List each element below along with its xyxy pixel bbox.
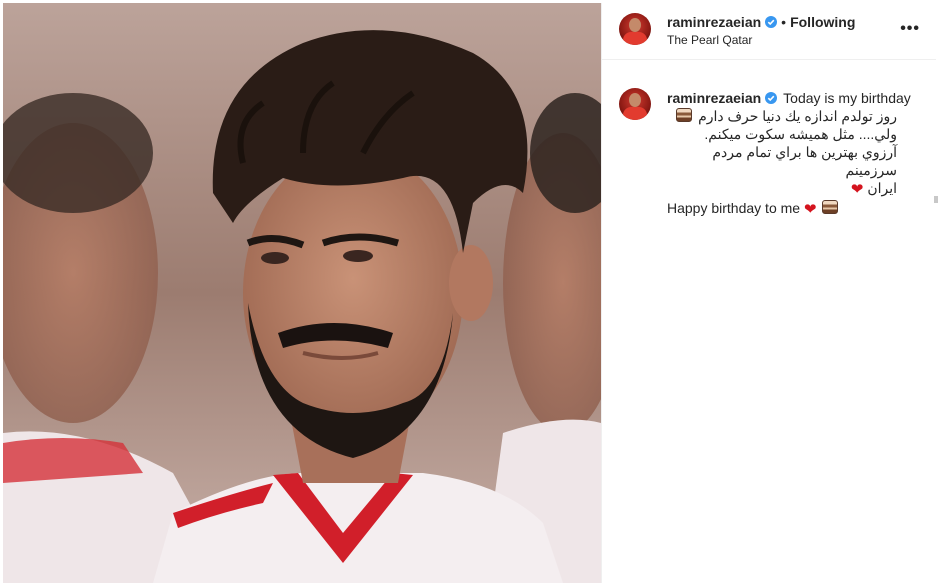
following-button[interactable]: Following bbox=[790, 14, 855, 30]
caption-username[interactable]: raminrezaeian bbox=[667, 89, 761, 107]
cake-emoji-icon bbox=[822, 200, 839, 214]
verified-badge-icon bbox=[765, 16, 778, 28]
post-photo-illustration bbox=[3, 3, 601, 583]
red-heart-emoji-icon: ❤ bbox=[850, 181, 864, 198]
author-username[interactable]: raminrezaeian bbox=[667, 14, 761, 30]
caption-line-4: آرزوي بهترين ها براي تمام مردم سرزمينم bbox=[712, 144, 897, 178]
caption-author-avatar[interactable] bbox=[619, 88, 651, 120]
caption-first-line: raminrezaeian Today is my birthday bbox=[667, 89, 922, 107]
post-header: raminrezaeian • Following The Pearl Qata… bbox=[602, 3, 936, 60]
caption-line-1: Today is my birthday bbox=[783, 90, 911, 106]
caption-line-5: ايران bbox=[867, 180, 897, 196]
more-options-icon[interactable]: ••• bbox=[900, 20, 920, 38]
header-user-row: raminrezaeian • Following bbox=[667, 14, 855, 30]
red-heart-emoji-icon: ❤ bbox=[803, 201, 817, 218]
post-side-panel: raminrezaeian • Following The Pearl Qata… bbox=[601, 3, 936, 583]
caption-body: raminrezaeian Today is my birthday روز ت… bbox=[667, 89, 922, 219]
caption-line-6: Happy birthday to me bbox=[667, 200, 801, 216]
author-avatar[interactable] bbox=[619, 13, 651, 45]
verified-badge-icon bbox=[765, 92, 778, 104]
caption-line-3: ولي.... مثل هميشه سكوت ميكنم. bbox=[704, 126, 897, 142]
caption-line-2: روز تولدم اندازه يك دنيا حرف دارم bbox=[698, 108, 897, 124]
caption-line-2-row: روز تولدم اندازه يك دنيا حرف دارم bbox=[667, 107, 897, 125]
caption-line-6-row: Happy birthday to me ❤ bbox=[667, 199, 922, 219]
cake-emoji-icon bbox=[676, 108, 693, 122]
scrollbar-thumb[interactable] bbox=[934, 196, 938, 203]
instagram-post-modal: raminrezaeian • Following The Pearl Qata… bbox=[0, 0, 938, 585]
post-location[interactable]: The Pearl Qatar bbox=[667, 33, 752, 47]
separator-dot: • bbox=[781, 14, 787, 30]
post-photo[interactable] bbox=[3, 3, 601, 583]
caption-line-5-row: ايران ❤ bbox=[667, 179, 897, 199]
